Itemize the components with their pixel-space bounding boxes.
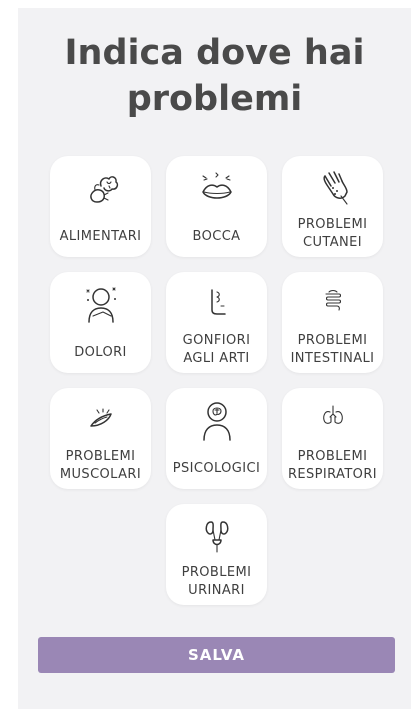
category-tile-problemi-respiratori[interactable]: PROBLEMI RESPIRATORI xyxy=(282,388,383,489)
category-label: PROBLEMI CUTANEI xyxy=(297,217,368,250)
category-label: PROBLEMI INTESTINALI xyxy=(290,333,375,366)
category-label: GONFIORI AGLI ARTI xyxy=(182,333,251,366)
category-label: ALIMENTARI xyxy=(59,229,142,244)
category-tile-problemi-urinari[interactable]: PROBLEMI URINARI xyxy=(166,504,267,605)
category-label: PROBLEMI RESPIRATORI xyxy=(287,449,377,482)
skin-hand-icon xyxy=(282,166,383,210)
save-button[interactable]: SALVA xyxy=(38,637,395,673)
category-label: PROBLEMI MUSCOLARI xyxy=(59,449,142,482)
category-label: BOCCA xyxy=(192,229,241,244)
urinary-icon xyxy=(166,514,267,558)
category-tile-problemi-cutanei[interactable]: PROBLEMI CUTANEI xyxy=(282,156,383,257)
category-tile-problemi-intestinali[interactable]: PROBLEMI INTESTINALI xyxy=(282,272,383,373)
vegetables-icon xyxy=(50,166,151,210)
pain-person-icon xyxy=(50,282,151,326)
category-tile-bocca[interactable]: BOCCA xyxy=(166,156,267,257)
category-tile-dolori[interactable]: DOLORI xyxy=(50,272,151,373)
category-label: PROBLEMI URINARI xyxy=(181,565,252,598)
swollen-leg-icon xyxy=(166,282,267,326)
category-tile-gonfiori-agli-arti[interactable]: GONFIORI AGLI ARTI xyxy=(166,272,267,373)
lungs-icon xyxy=(282,398,383,442)
category-label: DOLORI xyxy=(74,345,127,360)
category-tile-alimentari[interactable]: ALIMENTARI xyxy=(50,156,151,257)
psychology-head-icon xyxy=(166,398,267,442)
category-tile-psicologici[interactable]: PSICOLOGICI xyxy=(166,388,267,489)
category-tile-problemi-muscolari[interactable]: PROBLEMI MUSCOLARI xyxy=(50,388,151,489)
page-title: Indica dove hai problemi xyxy=(64,33,365,119)
intestine-icon xyxy=(282,282,383,326)
mouth-icon xyxy=(166,166,267,210)
muscle-icon xyxy=(50,398,151,442)
category-label: PSICOLOGICI xyxy=(172,461,261,476)
